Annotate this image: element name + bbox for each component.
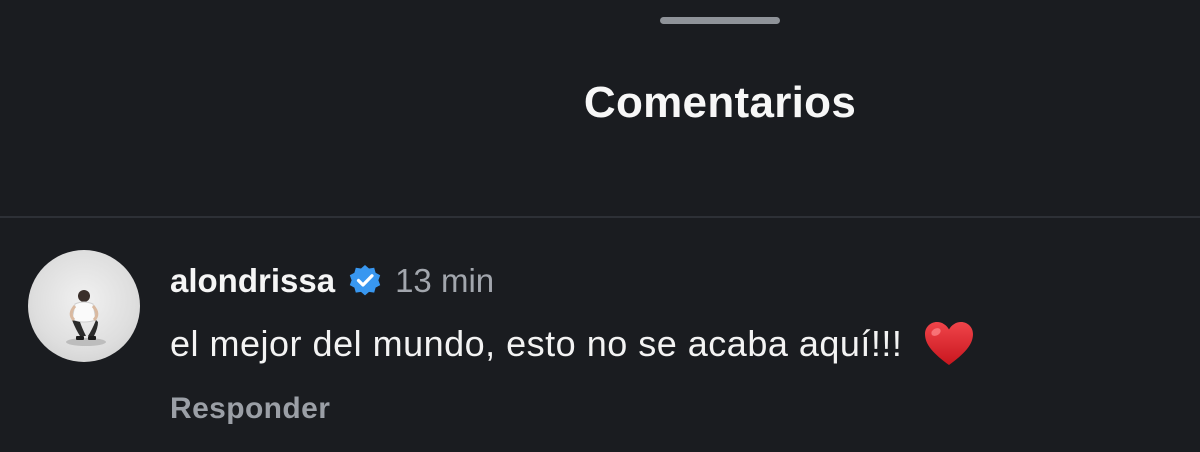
comment-text-row: el mejor del mundo, esto no se acaba aqu… — [170, 318, 1180, 370]
comment-text: el mejor del mundo, esto no se acaba aqu… — [170, 323, 903, 364]
divider — [0, 216, 1200, 218]
comment-time: 13 min — [395, 262, 495, 299]
verified-badge-icon — [347, 263, 383, 299]
comment: alondrissa 13 min el mejor del mundo, es… — [170, 258, 1180, 426]
header: Comentarios — [0, 0, 1200, 216]
red-heart-icon — [922, 320, 976, 368]
avatar-photo — [66, 290, 106, 346]
page-title: Comentarios — [583, 78, 857, 127]
comments-sheet: Comentarios alondrissa 13 min el mejor d… — [0, 0, 1200, 452]
reply-button[interactable]: Responder — [170, 392, 1180, 426]
username[interactable]: alondrissa — [170, 262, 335, 300]
comment-meta: alondrissa 13 min — [170, 258, 1180, 304]
avatar[interactable] — [28, 250, 140, 362]
